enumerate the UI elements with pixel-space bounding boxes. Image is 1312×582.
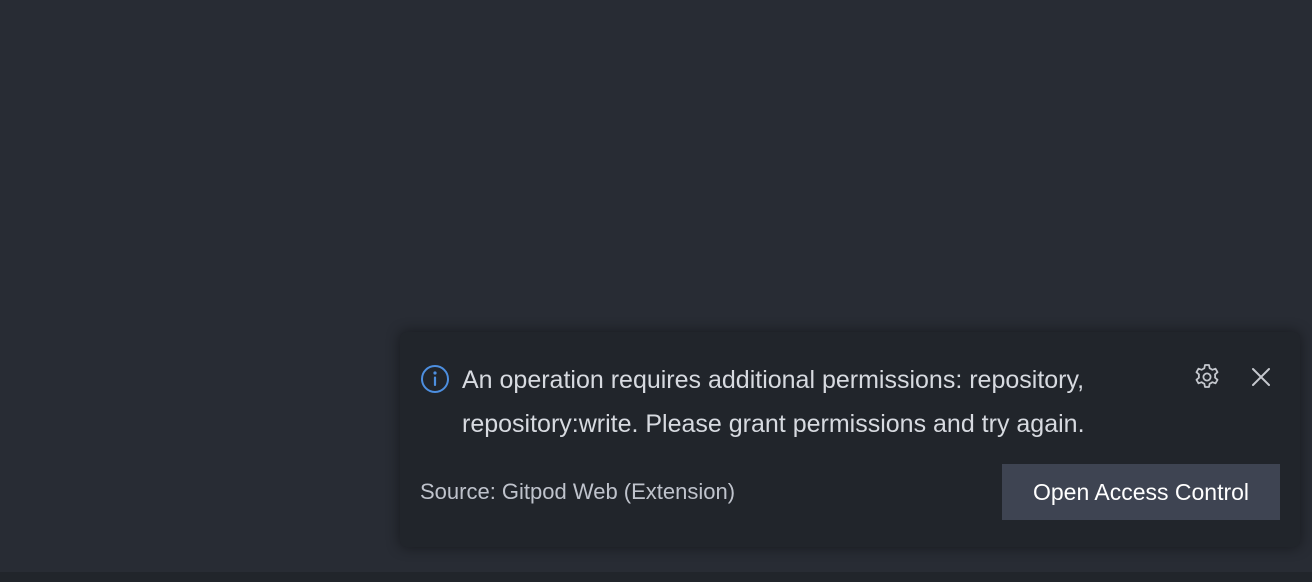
notification-close-button[interactable] (1244, 362, 1278, 396)
open-access-control-button[interactable]: Open Access Control (1002, 464, 1280, 520)
notification-message: An operation requires additional permiss… (462, 366, 1085, 438)
notification-toast: An operation requires additional permiss… (400, 332, 1300, 547)
info-icon (420, 364, 450, 394)
editor-workbench: An operation requires additional permiss… (0, 0, 1312, 582)
close-icon (1249, 365, 1273, 394)
gear-icon (1192, 362, 1222, 397)
status-bar (0, 572, 1312, 582)
notification-settings-button[interactable] (1190, 362, 1224, 396)
notification-source: Source: Gitpod Web (Extension) (420, 479, 736, 504)
